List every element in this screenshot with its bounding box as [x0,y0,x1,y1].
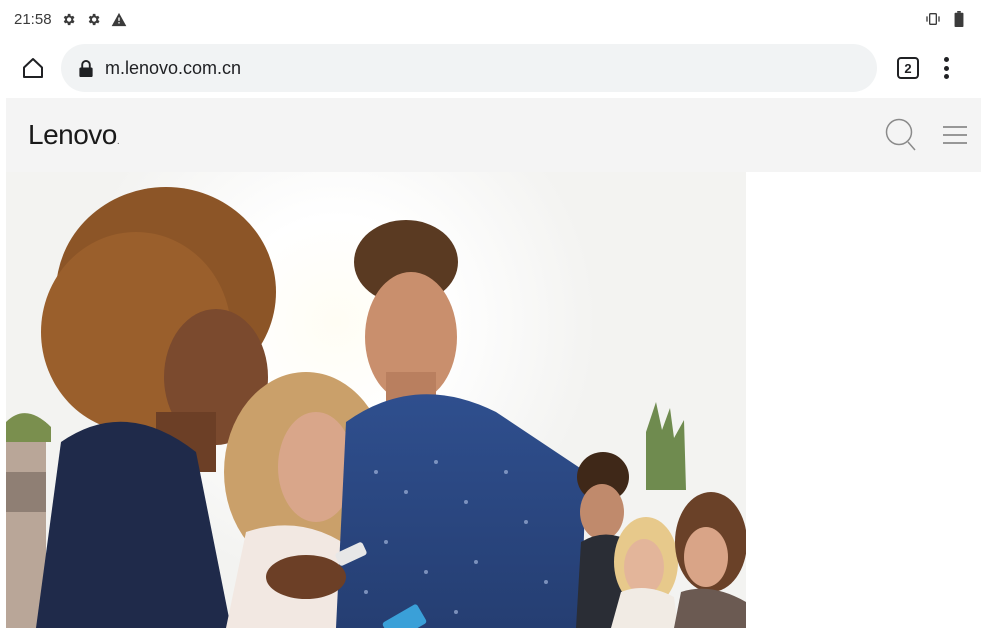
status-bar: 21:58 [0,0,981,38]
hamburger-menu-icon[interactable] [941,123,969,147]
lock-icon [79,59,95,77]
logo-text: Lenovo [28,119,117,150]
status-left: 21:58 [14,11,127,28]
tab-switcher-button[interactable]: 2 [897,57,919,79]
home-button[interactable] [15,50,51,86]
browser-toolbar: m.lenovo.com.cn 2 [0,38,981,98]
warning-icon [111,11,127,27]
status-time: 21:58 [14,10,52,28]
status-right [925,11,967,27]
url-text: m.lenovo.com.cn [105,57,242,78]
more-vert-icon [943,57,949,62]
overflow-menu-button[interactable] [941,54,951,82]
site-header: Lenovo. [6,98,981,172]
vibrate-icon [925,11,941,27]
header-actions [885,118,969,152]
settings-icon [61,11,77,27]
hero-photo [6,172,746,628]
more-vert-dot [943,65,949,71]
search-icon[interactable] [885,118,917,152]
logo-dot: . [116,136,120,147]
settings-icon [86,11,102,27]
more-vert-dot [943,74,949,79]
battery-icon [951,11,967,27]
address-bar[interactable]: m.lenovo.com.cn [61,44,877,92]
home-icon [23,58,43,78]
hero-image[interactable] [6,172,746,628]
lenovo-logo[interactable]: Lenovo. [28,119,120,151]
